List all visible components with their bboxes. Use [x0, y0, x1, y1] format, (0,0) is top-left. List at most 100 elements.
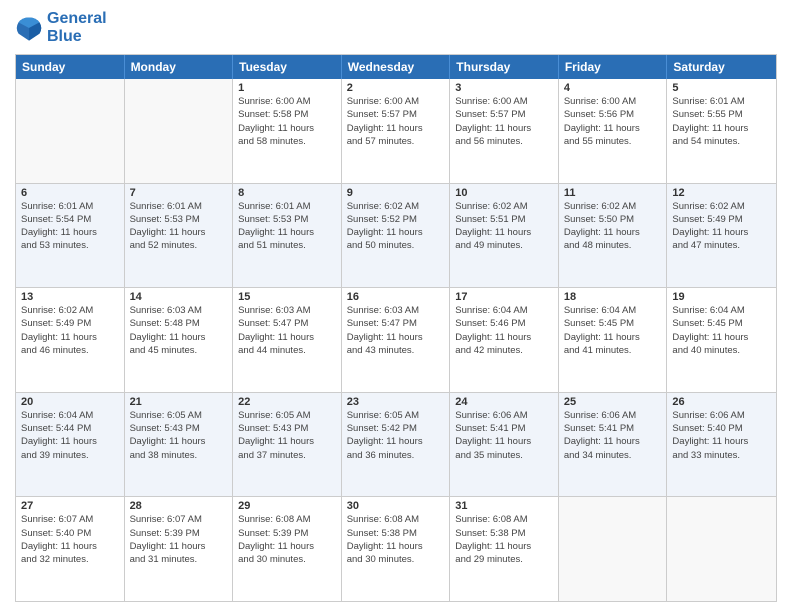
- day-cell-26: 26Sunrise: 6:06 AM Sunset: 5:40 PM Dayli…: [667, 393, 776, 497]
- day-number: 20: [21, 396, 119, 408]
- header-cell-sunday: Sunday: [16, 55, 125, 79]
- day-info: Sunrise: 6:05 AM Sunset: 5:42 PM Dayligh…: [347, 409, 445, 462]
- day-cell-29: 29Sunrise: 6:08 AM Sunset: 5:39 PM Dayli…: [233, 497, 342, 601]
- day-cell-25: 25Sunrise: 6:06 AM Sunset: 5:41 PM Dayli…: [559, 393, 668, 497]
- empty-cell: [16, 79, 125, 183]
- day-info: Sunrise: 6:06 AM Sunset: 5:41 PM Dayligh…: [455, 409, 553, 462]
- day-number: 19: [672, 291, 771, 303]
- day-number: 4: [564, 82, 662, 94]
- day-info: Sunrise: 6:01 AM Sunset: 5:55 PM Dayligh…: [672, 95, 771, 148]
- calendar-row-2: 13Sunrise: 6:02 AM Sunset: 5:49 PM Dayli…: [16, 287, 776, 392]
- day-cell-16: 16Sunrise: 6:03 AM Sunset: 5:47 PM Dayli…: [342, 288, 451, 392]
- day-cell-15: 15Sunrise: 6:03 AM Sunset: 5:47 PM Dayli…: [233, 288, 342, 392]
- day-cell-30: 30Sunrise: 6:08 AM Sunset: 5:38 PM Dayli…: [342, 497, 451, 601]
- day-info: Sunrise: 6:04 AM Sunset: 5:45 PM Dayligh…: [564, 304, 662, 357]
- day-info: Sunrise: 6:03 AM Sunset: 5:47 PM Dayligh…: [238, 304, 336, 357]
- calendar-row-4: 27Sunrise: 6:07 AM Sunset: 5:40 PM Dayli…: [16, 496, 776, 601]
- day-info: Sunrise: 6:02 AM Sunset: 5:51 PM Dayligh…: [455, 200, 553, 253]
- day-info: Sunrise: 6:00 AM Sunset: 5:57 PM Dayligh…: [455, 95, 553, 148]
- header-cell-wednesday: Wednesday: [342, 55, 451, 79]
- day-info: Sunrise: 6:08 AM Sunset: 5:38 PM Dayligh…: [455, 513, 553, 566]
- day-info: Sunrise: 6:02 AM Sunset: 5:52 PM Dayligh…: [347, 200, 445, 253]
- logo-icon: [15, 14, 43, 42]
- day-cell-31: 31Sunrise: 6:08 AM Sunset: 5:38 PM Dayli…: [450, 497, 559, 601]
- day-cell-9: 9Sunrise: 6:02 AM Sunset: 5:52 PM Daylig…: [342, 184, 451, 288]
- day-cell-14: 14Sunrise: 6:03 AM Sunset: 5:48 PM Dayli…: [125, 288, 234, 392]
- day-number: 25: [564, 396, 662, 408]
- day-cell-27: 27Sunrise: 6:07 AM Sunset: 5:40 PM Dayli…: [16, 497, 125, 601]
- day-cell-17: 17Sunrise: 6:04 AM Sunset: 5:46 PM Dayli…: [450, 288, 559, 392]
- day-cell-2: 2Sunrise: 6:00 AM Sunset: 5:57 PM Daylig…: [342, 79, 451, 183]
- day-number: 10: [455, 187, 553, 199]
- calendar-body: 1Sunrise: 6:00 AM Sunset: 5:58 PM Daylig…: [16, 79, 776, 601]
- day-info: Sunrise: 6:08 AM Sunset: 5:39 PM Dayligh…: [238, 513, 336, 566]
- calendar-row-3: 20Sunrise: 6:04 AM Sunset: 5:44 PM Dayli…: [16, 392, 776, 497]
- day-cell-20: 20Sunrise: 6:04 AM Sunset: 5:44 PM Dayli…: [16, 393, 125, 497]
- day-number: 29: [238, 500, 336, 512]
- day-number: 14: [130, 291, 228, 303]
- day-info: Sunrise: 6:05 AM Sunset: 5:43 PM Dayligh…: [130, 409, 228, 462]
- header: General Blue: [15, 10, 777, 46]
- page: General Blue SundayMondayTuesdayWednesda…: [0, 0, 792, 612]
- day-number: 12: [672, 187, 771, 199]
- header-cell-saturday: Saturday: [667, 55, 776, 79]
- day-number: 13: [21, 291, 119, 303]
- day-info: Sunrise: 6:04 AM Sunset: 5:45 PM Dayligh…: [672, 304, 771, 357]
- day-number: 3: [455, 82, 553, 94]
- day-number: 7: [130, 187, 228, 199]
- day-cell-13: 13Sunrise: 6:02 AM Sunset: 5:49 PM Dayli…: [16, 288, 125, 392]
- day-cell-12: 12Sunrise: 6:02 AM Sunset: 5:49 PM Dayli…: [667, 184, 776, 288]
- day-info: Sunrise: 6:05 AM Sunset: 5:43 PM Dayligh…: [238, 409, 336, 462]
- calendar: SundayMondayTuesdayWednesdayThursdayFrid…: [15, 54, 777, 602]
- day-number: 6: [21, 187, 119, 199]
- day-number: 5: [672, 82, 771, 94]
- calendar-row-1: 6Sunrise: 6:01 AM Sunset: 5:54 PM Daylig…: [16, 183, 776, 288]
- day-number: 11: [564, 187, 662, 199]
- day-number: 2: [347, 82, 445, 94]
- day-info: Sunrise: 6:02 AM Sunset: 5:49 PM Dayligh…: [21, 304, 119, 357]
- day-cell-4: 4Sunrise: 6:00 AM Sunset: 5:56 PM Daylig…: [559, 79, 668, 183]
- day-number: 23: [347, 396, 445, 408]
- day-cell-23: 23Sunrise: 6:05 AM Sunset: 5:42 PM Dayli…: [342, 393, 451, 497]
- day-info: Sunrise: 6:08 AM Sunset: 5:38 PM Dayligh…: [347, 513, 445, 566]
- day-cell-3: 3Sunrise: 6:00 AM Sunset: 5:57 PM Daylig…: [450, 79, 559, 183]
- day-info: Sunrise: 6:00 AM Sunset: 5:58 PM Dayligh…: [238, 95, 336, 148]
- day-info: Sunrise: 6:02 AM Sunset: 5:50 PM Dayligh…: [564, 200, 662, 253]
- logo: General Blue: [15, 10, 107, 46]
- day-number: 8: [238, 187, 336, 199]
- day-number: 22: [238, 396, 336, 408]
- day-info: Sunrise: 6:03 AM Sunset: 5:47 PM Dayligh…: [347, 304, 445, 357]
- day-number: 1: [238, 82, 336, 94]
- day-number: 31: [455, 500, 553, 512]
- calendar-header: SundayMondayTuesdayWednesdayThursdayFrid…: [16, 55, 776, 79]
- header-cell-friday: Friday: [559, 55, 668, 79]
- day-info: Sunrise: 6:06 AM Sunset: 5:40 PM Dayligh…: [672, 409, 771, 462]
- day-number: 9: [347, 187, 445, 199]
- empty-cell: [559, 497, 668, 601]
- header-cell-thursday: Thursday: [450, 55, 559, 79]
- day-number: 30: [347, 500, 445, 512]
- day-number: 28: [130, 500, 228, 512]
- day-cell-24: 24Sunrise: 6:06 AM Sunset: 5:41 PM Dayli…: [450, 393, 559, 497]
- day-cell-1: 1Sunrise: 6:00 AM Sunset: 5:58 PM Daylig…: [233, 79, 342, 183]
- day-info: Sunrise: 6:07 AM Sunset: 5:40 PM Dayligh…: [21, 513, 119, 566]
- day-info: Sunrise: 6:02 AM Sunset: 5:49 PM Dayligh…: [672, 200, 771, 253]
- header-cell-monday: Monday: [125, 55, 234, 79]
- day-number: 18: [564, 291, 662, 303]
- day-cell-28: 28Sunrise: 6:07 AM Sunset: 5:39 PM Dayli…: [125, 497, 234, 601]
- day-cell-8: 8Sunrise: 6:01 AM Sunset: 5:53 PM Daylig…: [233, 184, 342, 288]
- day-cell-6: 6Sunrise: 6:01 AM Sunset: 5:54 PM Daylig…: [16, 184, 125, 288]
- day-cell-21: 21Sunrise: 6:05 AM Sunset: 5:43 PM Dayli…: [125, 393, 234, 497]
- day-cell-5: 5Sunrise: 6:01 AM Sunset: 5:55 PM Daylig…: [667, 79, 776, 183]
- day-info: Sunrise: 6:01 AM Sunset: 5:54 PM Dayligh…: [21, 200, 119, 253]
- day-cell-10: 10Sunrise: 6:02 AM Sunset: 5:51 PM Dayli…: [450, 184, 559, 288]
- day-info: Sunrise: 6:00 AM Sunset: 5:56 PM Dayligh…: [564, 95, 662, 148]
- day-cell-22: 22Sunrise: 6:05 AM Sunset: 5:43 PM Dayli…: [233, 393, 342, 497]
- day-info: Sunrise: 6:01 AM Sunset: 5:53 PM Dayligh…: [130, 200, 228, 253]
- day-number: 21: [130, 396, 228, 408]
- empty-cell: [125, 79, 234, 183]
- day-number: 26: [672, 396, 771, 408]
- day-cell-11: 11Sunrise: 6:02 AM Sunset: 5:50 PM Dayli…: [559, 184, 668, 288]
- header-cell-tuesday: Tuesday: [233, 55, 342, 79]
- day-number: 17: [455, 291, 553, 303]
